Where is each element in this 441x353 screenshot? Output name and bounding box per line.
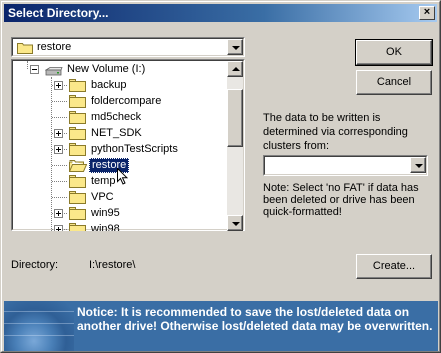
expand-icon[interactable]: [54, 209, 63, 218]
title-bar: Select Directory... ×: [4, 4, 437, 22]
tree-line: [27, 61, 28, 69]
drive-combo-value: restore: [37, 41, 72, 53]
chevron-down-icon: [232, 222, 240, 226]
folder-icon: [69, 207, 86, 220]
directory-tree-inner: New Volume (I:) backup foldercompare md5…: [12, 60, 244, 231]
tree-item-restore[interactable]: restore: [52, 157, 217, 173]
tree-item-label: md5check: [91, 111, 142, 123]
tree-scrollbar[interactable]: [227, 61, 243, 231]
notice-bar: Notice: It is recommended to save the lo…: [4, 301, 438, 351]
tree-item-label: VPC: [91, 191, 114, 203]
tree-item-win98[interactable]: win98: [52, 221, 217, 231]
tree-item-md5check[interactable]: md5check: [52, 109, 217, 125]
tree-content: New Volume (I:) backup foldercompare md5…: [13, 61, 229, 231]
tree-item-new-volume[interactable]: New Volume (I:): [30, 61, 223, 77]
folder-icon: [69, 127, 86, 140]
folder-icon: [69, 175, 86, 188]
ok-button[interactable]: OK: [355, 39, 433, 66]
drive-combo[interactable]: restore: [11, 37, 245, 57]
directory-tree[interactable]: New Volume (I:) backup foldercompare md5…: [11, 59, 245, 231]
tree-line: [52, 181, 67, 182]
tree-item-label: backup: [91, 79, 127, 91]
directory-value: I:\restore\: [89, 259, 136, 271]
tree-item-label: New Volume (I:): [67, 63, 146, 75]
ok-button-label: OK: [386, 46, 402, 58]
drive-combo-field: restore: [12, 38, 244, 56]
tree-item-net-sdk[interactable]: NET_SDK: [52, 125, 217, 141]
select-directory-dialog: Select Directory... × restore New Volume…: [0, 0, 441, 353]
scroll-down-button[interactable]: [227, 215, 243, 231]
folder-icon: [69, 79, 86, 92]
chevron-down-icon: [415, 164, 423, 168]
note-text: Note: Select 'no FAT' if data has been d…: [263, 182, 419, 218]
drive-combo-dropdown-button[interactable]: [227, 39, 243, 55]
folder-icon: [69, 223, 86, 231]
folder-icon: [69, 111, 86, 124]
scroll-thumb[interactable]: [227, 89, 243, 147]
directory-label: Directory:: [11, 259, 59, 271]
decorative-line: [4, 323, 74, 324]
expand-icon[interactable]: [54, 225, 63, 231]
fat-source-combo-field: [264, 156, 427, 175]
folder-icon: [69, 191, 86, 204]
tree-item-label: win95: [91, 207, 120, 219]
tree-item-label: NET_SDK: [91, 127, 142, 139]
decorative-art: [4, 301, 74, 351]
tree-line: [52, 117, 67, 118]
create-button-label: Create...: [372, 260, 416, 272]
tree-item-pythontestscripts[interactable]: pythonTestScripts: [52, 141, 227, 157]
notice-text: Notice: It is recommended to save the lo…: [77, 305, 433, 333]
tree-line: [52, 101, 67, 102]
scroll-up-button[interactable]: [227, 61, 243, 77]
fat-source-dropdown-button[interactable]: [410, 157, 426, 173]
tree-item-backup[interactable]: backup: [52, 77, 217, 93]
window-title: Select Directory...: [8, 6, 109, 20]
expand-icon[interactable]: [54, 145, 63, 154]
close-button[interactable]: ×: [419, 6, 435, 20]
expand-icon[interactable]: [54, 81, 63, 90]
folder-icon: [69, 143, 86, 156]
tree-item-label: pythonTestScripts: [91, 143, 178, 155]
chevron-down-icon: [232, 46, 240, 50]
close-icon: ×: [423, 6, 431, 18]
tree-item-win95[interactable]: win95: [52, 205, 217, 221]
collapse-icon[interactable]: [30, 65, 39, 74]
tree-item-label: temp: [91, 175, 116, 187]
create-button[interactable]: Create...: [356, 254, 432, 279]
tree-item-vpc[interactable]: VPC: [52, 189, 217, 205]
chevron-up-icon: [232, 67, 240, 71]
tree-item-label: win98: [91, 223, 120, 231]
cancel-button[interactable]: Cancel: [356, 70, 432, 95]
folder-icon: [17, 42, 33, 57]
tree-line: [52, 197, 67, 198]
tree-item-temp[interactable]: temp: [52, 173, 217, 189]
tree-item-label: foldercompare: [91, 95, 162, 107]
decorative-line: [4, 335, 74, 336]
cancel-button-label: Cancel: [376, 76, 412, 88]
info-text: The data to be written is determined via…: [263, 112, 408, 152]
decorative-line: [4, 311, 74, 312]
mouse-cursor-icon: [117, 167, 129, 188]
drive-icon: [44, 65, 63, 81]
expand-icon[interactable]: [54, 129, 63, 138]
fat-source-combo[interactable]: [263, 155, 428, 176]
tree-line: [52, 165, 67, 166]
folder-icon: [69, 95, 86, 108]
tree-item-foldercompare[interactable]: foldercompare: [52, 93, 217, 109]
